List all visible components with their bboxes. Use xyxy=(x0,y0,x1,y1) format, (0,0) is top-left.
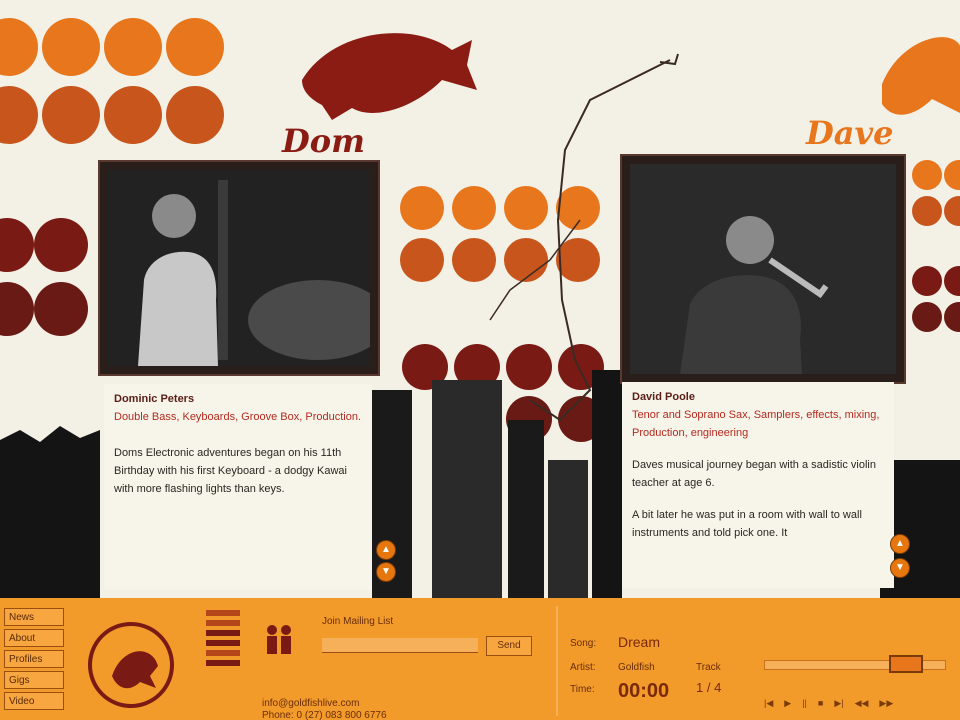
photo-david-image xyxy=(630,164,896,374)
artist-name: Goldfish xyxy=(618,662,655,673)
people-icon xyxy=(262,622,296,656)
divider xyxy=(556,606,558,716)
photo-dominic xyxy=(100,162,388,374)
playback-controls: |◀ ▶ || ■ ▶| ◀◀ ▶▶ xyxy=(764,698,893,709)
goldfish-logo-dom xyxy=(302,33,477,120)
photo-dominic-image xyxy=(108,170,388,366)
goldfish-logo-dave xyxy=(882,37,960,115)
mailing-title: Join Mailing List xyxy=(322,616,394,627)
member-name-dave: Dave xyxy=(806,114,894,152)
goldfish-emblem-icon xyxy=(88,622,174,708)
bio-roles: Tenor and Soprano Sax, Samplers, effects… xyxy=(632,409,880,439)
nav-news[interactable]: News xyxy=(4,608,64,626)
scroll-up-button[interactable]: ▲ xyxy=(376,540,396,560)
bottom-bar: News About Profiles Gigs Video Join Mail… xyxy=(0,598,960,720)
song-title: Dream xyxy=(618,634,661,650)
bio-roles: Double Bass, Keyboards, Groove Box, Prod… xyxy=(114,411,362,423)
bio-name: David Poole xyxy=(632,391,695,403)
track-label: Track xyxy=(696,662,721,673)
next-track-icon[interactable]: ▶| xyxy=(834,698,843,709)
play-icon[interactable]: ▶ xyxy=(784,698,791,709)
mailing-email-input[interactable] xyxy=(322,638,478,653)
bio-text: Doms Electronic adventures began on his … xyxy=(114,447,347,495)
contact-email: info@goldfishlive.com xyxy=(262,698,360,709)
song-label: Song: xyxy=(570,638,597,649)
time-label: Time: xyxy=(570,684,595,695)
rewind-icon[interactable]: ◀◀ xyxy=(855,698,869,709)
scroll-down-button[interactable]: ▼ xyxy=(376,562,396,582)
nav-video[interactable]: Video xyxy=(4,692,64,710)
bio-text-2: A bit later he was put in a room with wa… xyxy=(632,509,862,539)
bio-text: Daves musical journey began with a sadis… xyxy=(632,459,876,489)
scroll-down-button[interactable]: ▼ xyxy=(890,558,910,578)
volume-slider-handle[interactable] xyxy=(889,655,923,673)
equalizer-icon xyxy=(206,610,240,714)
bio-card-dominic: Dominic Peters Double Bass, Keyboards, G… xyxy=(104,384,372,590)
page: Dom Dave Dominic Peters Double Bass, Key… xyxy=(0,0,960,720)
volume-slider[interactable] xyxy=(764,655,946,673)
bio-name: Dominic Peters xyxy=(114,393,195,405)
photo-david xyxy=(622,156,904,382)
stop-icon[interactable]: ■ xyxy=(818,698,823,709)
track-number: 1 / 4 xyxy=(696,680,722,695)
bio-card-david: David Poole Tenor and Soprano Sax, Sampl… xyxy=(622,382,894,588)
artist-label: Artist: xyxy=(570,662,596,673)
send-button[interactable]: Send xyxy=(486,636,532,656)
fast-forward-icon[interactable]: ▶▶ xyxy=(879,698,893,709)
pause-icon[interactable]: || xyxy=(802,698,807,709)
nav-profiles[interactable]: Profiles xyxy=(4,650,64,668)
nav-gigs[interactable]: Gigs xyxy=(4,671,64,689)
member-name-dom: Dom xyxy=(282,122,365,160)
contact-phone: Phone: 0 (27) 083 800 6776 xyxy=(262,710,387,720)
scroll-up-button[interactable]: ▲ xyxy=(890,534,910,554)
prev-track-icon[interactable]: |◀ xyxy=(764,698,773,709)
nav-about[interactable]: About xyxy=(4,629,64,647)
time-display: 00:00 xyxy=(618,680,670,702)
